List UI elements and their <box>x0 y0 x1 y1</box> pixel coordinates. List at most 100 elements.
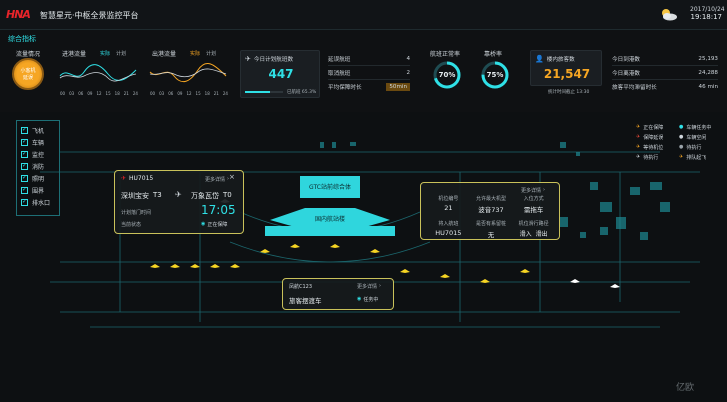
route-values: 滑入 滑出 <box>512 229 555 239</box>
arrive-value: 25,193 <box>698 55 718 62</box>
traffic-badge-line1: 小客机 <box>20 68 36 74</box>
legend-label: 等待机位 <box>643 144 664 151</box>
flight-popup-header: ✈ HU7015 <box>121 175 153 182</box>
stand-info-grid: 机位编号 允许最大机型 入位方式 21 波音737 需拖车 将入航班 是否有系留… <box>427 195 555 239</box>
outbound-legend-plan: 计划 <box>206 51 217 57</box>
status-value: ◉ 正在保障 <box>201 221 227 228</box>
close-icon[interactable]: × <box>229 173 235 181</box>
legend-item: ● 车辆空闲 <box>679 132 722 142</box>
delayed-row: 延误航班 4 <box>328 52 410 66</box>
traffic-badge-line2: 延误 <box>22 75 33 81</box>
legend-label: 车辆任务中 <box>686 124 712 131</box>
passenger-stats-list: 今日到港数 25,193 今日离港数 24,288 旅客平均滞留时长 46 mi… <box>612 52 718 94</box>
outbound-plan-line <box>149 68 227 78</box>
route-in[interactable]: 滑入 <box>520 229 532 239</box>
time-display: 19:18:17 <box>690 13 722 21</box>
outbound-chart <box>149 62 227 83</box>
layer-item-aircraft[interactable]: ✓ 飞机 <box>21 124 55 136</box>
dest-terminal: T0 <box>223 191 232 199</box>
legend-item: ✈ 保障延误 <box>636 132 679 142</box>
inbound-ticks: 00 03 06 09 12 15 18 21 24 <box>60 91 138 96</box>
date-display: 2017/10/24 <box>690 6 725 13</box>
layer-label: 照明 <box>32 175 45 183</box>
tick: 06 <box>168 91 174 96</box>
overview-section-title: 综合指标 <box>8 35 36 43</box>
passengers-card: 👤 楼内旅客数 21,547 <box>530 50 602 86</box>
bridge-label: 靠桥率 <box>484 51 503 58</box>
flight-route-plane-icon: ✈ <box>175 190 182 199</box>
legend-item: ● 待执行 <box>679 142 722 152</box>
airport-map[interactable]: ✓ 飞机 ✓ 车辆 ✓ 监控 ✓ 消防 ✓ 照明 ✓ 围界 ✓ 排水口 ✈ 正在保障 ● 车辆任务… <box>0 112 727 402</box>
cancelled-label: 取消航班 <box>328 70 351 77</box>
layer-item-monitoring[interactable]: ✓ 监控 <box>21 148 55 160</box>
vehicle-dot-icon: ● <box>679 134 684 140</box>
bridge-value-2: 无 <box>487 231 495 239</box>
plan-time-label: 计划落门时间 <box>121 210 152 216</box>
cancelled-row: 取消航班 2 <box>328 66 410 80</box>
detail-link-text: 更多详情 <box>521 188 542 194</box>
tick: 15 <box>105 91 111 96</box>
layer-item-lighting[interactable]: ✓ 照明 <box>21 172 55 184</box>
vehicle-id: 凤航C123 <box>289 284 313 290</box>
layer-item-drain[interactable]: ✓ 排水口 <box>21 196 55 208</box>
passengers-label: 楼内旅客数 <box>546 57 575 63</box>
outbound-label: 出港流量 <box>152 51 177 58</box>
depart-row: 今日离港数 24,288 <box>612 66 718 80</box>
stand-no: 21 <box>444 204 453 212</box>
stay-row: 旅客平均滞留时长 46 min <box>612 80 718 94</box>
avg-duration-label: 平均保障时长 <box>328 85 362 91</box>
vehicle-status: ◉ 任务中 <box>357 296 378 303</box>
stay-label: 旅客平均滞留时长 <box>612 85 657 91</box>
route-label: 机位滑行路径 <box>518 221 549 227</box>
layer-item-fence[interactable]: ✓ 围界 <box>21 184 55 196</box>
stand-no-label: 机位编号 <box>438 196 459 202</box>
vehicle-popup[interactable]: 凤航C123 更多详情 › 旅客摆渡车 ◉ 任务中 <box>282 278 394 310</box>
tick: 03 <box>69 91 75 96</box>
outbound-legend-actual: 实际 <box>190 51 201 57</box>
sun-cloud-icon <box>658 6 678 24</box>
avg-duration-row: 平均保障时长 50min <box>328 80 410 94</box>
passengers-value: 21,547 <box>543 67 591 81</box>
vehicle-dot-icon: ● <box>679 124 684 130</box>
route-out[interactable]: 滑出 <box>536 229 548 239</box>
stand-popup[interactable]: 更多详情 › 机位编号 允许最大机型 入位方式 21 波音737 需拖车 将入航班… <box>420 182 560 240</box>
eta-time: 17:05 <box>201 203 236 217</box>
flight-popup[interactable]: ✈ HU7015 更多详情 › × 深圳宝安 T3 ✈ 万象瓦岱 T0 计划落门时… <box>114 170 244 234</box>
depart-label: 今日离港数 <box>612 70 640 77</box>
terminal-pier <box>265 226 395 236</box>
hna-logo: HNA <box>6 8 31 21</box>
entry-label: 入位方式 <box>523 196 544 202</box>
terminal-label: 国内航站楼 <box>314 216 345 223</box>
stand-detail-link[interactable]: 更多详情 › <box>521 187 545 194</box>
outbound-legend: 实际 计划 <box>190 50 216 57</box>
detail-link-text: 更多详情 <box>205 177 226 183</box>
legend-label: 正在保障 <box>643 124 664 131</box>
airline-icon: ✈ <box>121 175 127 182</box>
today-flights-value: 447 <box>268 67 294 81</box>
status-dot-icon: ◉ <box>357 296 362 302</box>
layer-item-vehicles[interactable]: ✓ 车辆 <box>21 136 55 148</box>
flight-origin: 深圳宝安 T3 <box>121 191 162 201</box>
today-flights-card: ✈ 今日计划航班数 447 已航班 65.3% <box>240 50 320 98</box>
layer-item-fire[interactable]: ✓ 消防 <box>21 160 55 172</box>
legend-label: 保障延误 <box>643 134 664 141</box>
vehicle-detail-link[interactable]: 更多详情 › <box>357 283 381 290</box>
traffic-label: 流量情况 <box>16 51 41 58</box>
origin-city: 深圳宝安 <box>121 192 149 200</box>
legend-item: ✈ 排队起飞 <box>679 152 722 162</box>
flight-detail-link[interactable]: 更多详情 › <box>205 176 229 183</box>
legend-label: 车辆空闲 <box>686 134 707 141</box>
tick: 12 <box>186 91 192 96</box>
layer-label: 围界 <box>32 187 45 195</box>
legend-item: ✈ 待执行 <box>636 152 679 162</box>
passengers-note: 统计时间截止 13:30 <box>548 90 590 95</box>
inbound-legend: 实际 计划 <box>100 50 126 57</box>
layer-label: 排水口 <box>32 199 51 207</box>
check-icon: ✓ <box>21 150 28 158</box>
tick: 09 <box>177 91 183 96</box>
traffic-status-badge: 小客机 延误 <box>12 58 44 90</box>
chevron-right-icon: › <box>543 187 546 193</box>
on-time-label: 航班正常率 <box>430 51 461 58</box>
entry: 需拖车 <box>523 206 544 214</box>
tick: 12 <box>96 91 102 96</box>
